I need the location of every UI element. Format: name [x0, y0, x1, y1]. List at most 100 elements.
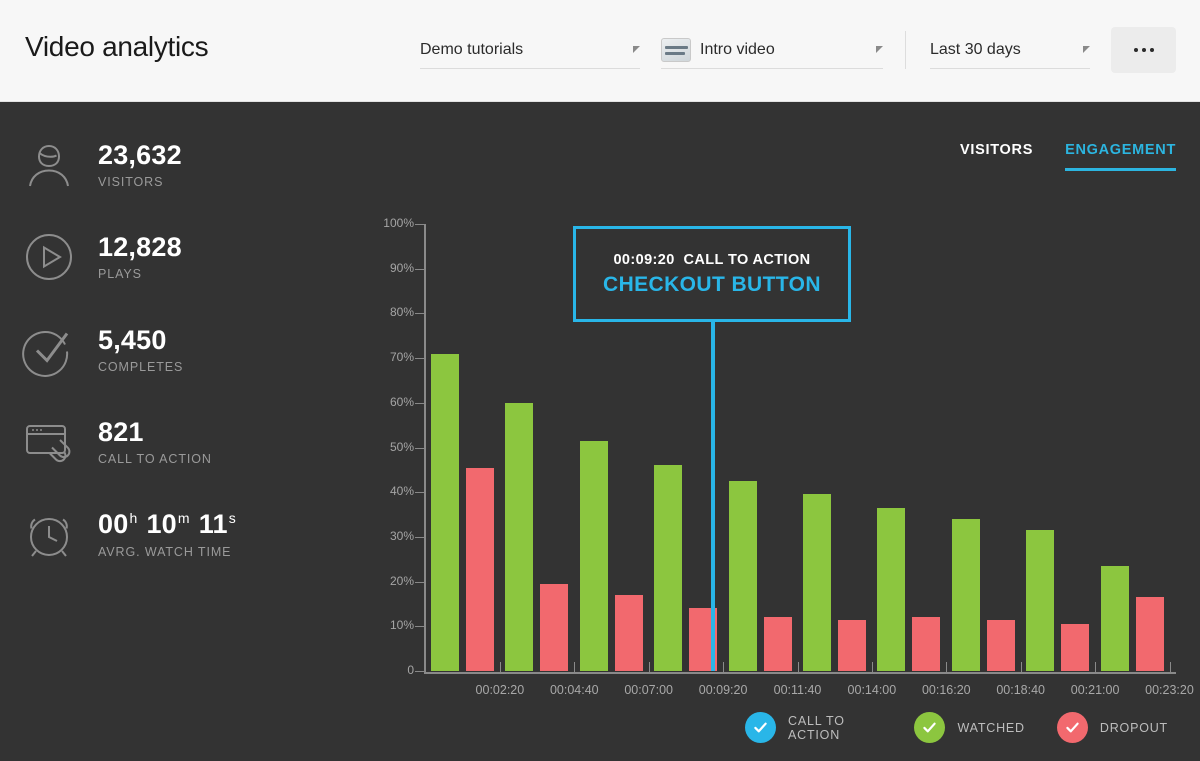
callout-title: CHECKOUT BUTTON — [603, 272, 821, 296]
legend-label: WATCHED — [957, 720, 1025, 735]
bar-watched[interactable] — [505, 402, 534, 671]
more-horizontal-icon — [1133, 48, 1138, 52]
legend-label: CALL TO ACTION — [788, 713, 845, 742]
watch-time-value: 00h 10m 11s — [98, 509, 245, 540]
x-axis-tick — [797, 662, 799, 674]
check-circle-icon — [22, 323, 76, 377]
watch-time-hours: 00 — [98, 509, 129, 539]
video-select-value: Intro video — [700, 40, 775, 58]
legend-label: DROPOUT — [1099, 720, 1168, 735]
chevron-down-icon — [876, 46, 883, 53]
y-axis-tick-label: 90% — [389, 260, 414, 275]
video-thumbnail-icon — [661, 37, 691, 62]
stat-average-watch-time: 00h 10m 11s AVRG. WATCH TIME — [22, 507, 245, 561]
y-axis-tick — [415, 268, 424, 270]
y-axis-line — [424, 224, 426, 673]
y-axis-tick-label: 0 — [407, 663, 414, 677]
stat-label: CALL TO ACTION — [98, 451, 212, 466]
bar-dropout[interactable] — [466, 467, 494, 671]
x-axis-tick-label: 00:16:20 — [921, 683, 971, 697]
stat-value: 821 — [98, 417, 144, 448]
person-icon — [22, 138, 76, 192]
bar-dropout[interactable] — [1135, 597, 1164, 671]
x-axis-tick — [1020, 662, 1022, 674]
bar-watched[interactable] — [1026, 530, 1055, 671]
date-range-select-value: Last 30 days — [930, 40, 1021, 58]
chart-legend: CALL TO ACTION WATCHED DROPOUT — [745, 712, 1200, 743]
watch-time-seconds-unit: s — [228, 510, 236, 526]
bar-watched[interactable] — [951, 519, 980, 671]
x-axis-tick — [499, 662, 501, 674]
more-horizontal-icon — [1141, 48, 1146, 52]
bar-dropout[interactable] — [540, 583, 569, 671]
bar-dropout[interactable] — [763, 617, 792, 671]
y-axis-tick — [415, 224, 424, 225]
y-axis-tick-label: 10% — [389, 618, 414, 633]
playlist-select[interactable]: Demo tutorials — [420, 31, 640, 69]
bar-watched[interactable] — [877, 507, 906, 671]
x-axis-tick — [723, 662, 725, 674]
video-select[interactable]: Intro video — [661, 31, 883, 69]
watch-time-minutes: 10 — [146, 509, 177, 539]
x-axis-tick — [871, 662, 873, 674]
x-axis-tick-label: 00:14:00 — [847, 683, 897, 697]
check-icon — [745, 712, 776, 743]
more-options-button[interactable] — [1111, 27, 1176, 73]
x-axis-tick — [1169, 662, 1171, 674]
bar-watched[interactable] — [803, 494, 831, 671]
watch-time-hours-unit: h — [129, 510, 138, 526]
watch-time-minutes-unit: m — [177, 510, 190, 526]
legend-item[interactable]: WATCHED — [914, 712, 1024, 743]
chevron-down-icon — [633, 46, 640, 53]
bar-dropout[interactable] — [614, 595, 643, 671]
tab-visitors[interactable]: VISITORS — [960, 142, 1033, 171]
x-axis-tick-label: 00:23:20 — [1145, 683, 1194, 697]
bar-dropout[interactable] — [1061, 624, 1090, 671]
stat-value: 12,828 — [98, 232, 182, 263]
x-axis-tick-label: 00:18:40 — [996, 683, 1046, 697]
y-axis-tick-label: 50% — [389, 439, 414, 454]
y-axis-tick-label: 20% — [389, 573, 414, 588]
y-axis-tick — [415, 358, 424, 360]
x-axis-tick-label: 00:09:20 — [698, 683, 748, 697]
watch-time-seconds: 11 — [198, 509, 228, 539]
x-axis-tick — [574, 662, 576, 674]
bar-watched[interactable] — [728, 481, 757, 671]
y-axis-tick — [415, 581, 424, 583]
y-axis-tick — [415, 313, 424, 315]
y-axis-tick — [415, 536, 424, 538]
chart-tabs: VISITORS ENGAGEMENT — [960, 142, 1176, 171]
y-axis-tick — [415, 626, 424, 628]
y-axis-tick-label: 60% — [389, 394, 414, 409]
bar-dropout[interactable] — [838, 619, 866, 671]
x-axis-tick — [946, 662, 948, 674]
x-axis-tick — [648, 662, 650, 674]
app-header: Video analytics Demo tutorials Intro vid… — [0, 0, 1200, 102]
legend-item[interactable]: CALL TO ACTION — [745, 712, 882, 743]
y-axis-tick — [415, 671, 424, 672]
bar-watched[interactable] — [654, 465, 683, 671]
more-horizontal-icon — [1149, 48, 1154, 52]
x-axis-tick-label: 00:04:40 — [549, 683, 599, 697]
x-axis-tick — [1095, 662, 1097, 674]
tab-engagement[interactable]: ENGAGEMENT — [1065, 142, 1176, 171]
engagement-bar-chart: 100% 90% 80% 70% 60% 50% 40% 30% 20% 10% 0 00:02:20… — [0, 0, 1200, 761]
legend-item[interactable]: DROPOUT — [1056, 712, 1168, 743]
chevron-down-icon — [1083, 46, 1090, 53]
bar-watched[interactable] — [1100, 565, 1129, 671]
x-axis-line — [424, 672, 1176, 674]
bar-watched[interactable] — [579, 440, 608, 671]
bar-dropout[interactable] — [986, 619, 1015, 671]
stat-completes: 5,450 COMPLETES — [22, 323, 183, 377]
bar-dropout[interactable] — [912, 617, 941, 671]
call-to-action-callout[interactable]: 00:09:20 CALL TO ACTION CHECKOUT BUTTON — [573, 226, 851, 322]
callout-stem — [711, 322, 715, 671]
y-axis-tick — [415, 447, 424, 449]
y-axis-tick-label: 100% — [383, 216, 414, 230]
stat-plays: 12,828 PLAYS — [22, 230, 182, 284]
x-axis-tick-label: 00:11:40 — [773, 683, 822, 697]
stat-call-to-action: 821 CALL TO ACTION — [22, 415, 212, 469]
play-circle-icon — [22, 230, 76, 284]
date-range-select[interactable]: Last 30 days — [930, 31, 1090, 69]
bar-watched[interactable] — [431, 353, 459, 671]
